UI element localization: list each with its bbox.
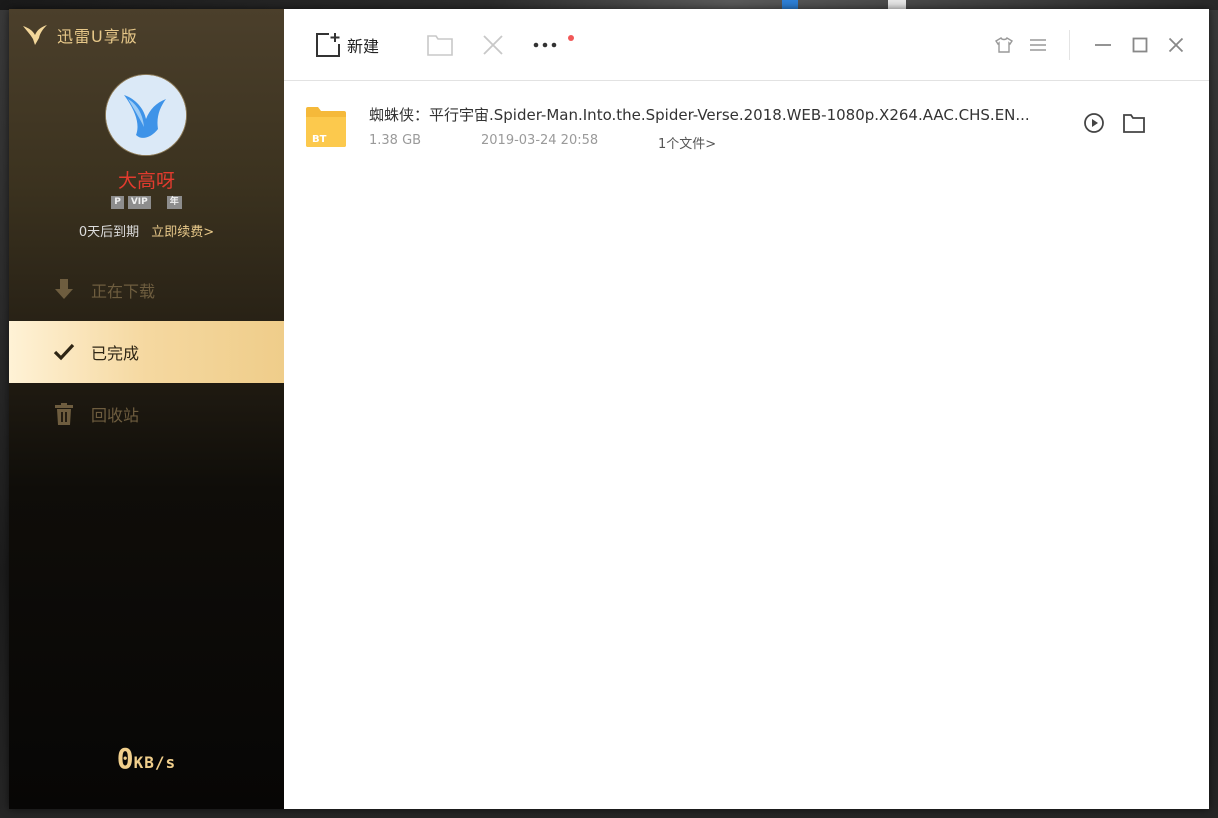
close-icon <box>1168 37 1184 53</box>
membership-badges: P VIP 年 <box>9 196 284 209</box>
folder-icon <box>1123 114 1145 133</box>
sidebar-item-downloading[interactable]: 正在下载 <box>9 259 284 321</box>
username: 大高呀 <box>117 170 175 192</box>
more-button[interactable] <box>532 32 558 58</box>
p-badge: P <box>111 196 124 209</box>
avatar-bird-icon <box>106 75 186 155</box>
sidebar: 迅雷U享版 大高呀 P VIP 年 0天后到期 立即续费> 正在下载 已完成 回… <box>9 9 284 809</box>
open-task-folder-button[interactable] <box>1120 109 1148 137</box>
task-row[interactable]: BT 蜘蛛侠：平行宇宙.Spider-Man.Into.the.Spider-V… <box>284 89 1209 165</box>
thunder-bird-logo-icon <box>23 25 47 45</box>
play-button[interactable] <box>1080 109 1108 137</box>
maximize-icon <box>1132 37 1148 53</box>
new-task-icon <box>316 33 340 57</box>
close-button[interactable] <box>1163 32 1189 58</box>
sidebar-item-completed[interactable]: 已完成 <box>9 321 284 383</box>
sidebar-nav: 正在下载 已完成 回收站 <box>9 259 284 445</box>
download-speed: 0KB/s <box>9 742 284 775</box>
delete-icon <box>483 35 503 55</box>
folder-icon <box>427 35 453 56</box>
toolbar: 新建 <box>284 9 1209 81</box>
play-icon <box>1084 113 1104 133</box>
bt-folder-icon: BT <box>306 107 346 147</box>
sidebar-item-label: 已完成 <box>91 344 140 363</box>
skin-icon <box>995 37 1013 53</box>
delete-button[interactable] <box>480 32 506 58</box>
maximize-button[interactable] <box>1127 32 1153 58</box>
new-task-label: 新建 <box>347 37 380 56</box>
year-badge: 年 <box>166 196 182 209</box>
task-files-link[interactable]: 1个文件> <box>658 133 716 152</box>
toolbar-divider <box>1069 30 1070 60</box>
notification-dot <box>568 35 574 41</box>
bt-type-label: BT <box>312 134 327 145</box>
download-arrow-icon <box>53 279 75 301</box>
brand: 迅雷U享版 <box>21 23 138 47</box>
menu-icon <box>1030 39 1046 51</box>
renew-link[interactable]: 立即续费> <box>151 225 214 240</box>
avatar[interactable] <box>106 75 186 155</box>
new-task-button[interactable]: 新建 <box>315 32 379 58</box>
trash-icon <box>53 403 75 425</box>
skin-button[interactable] <box>991 32 1017 58</box>
sidebar-item-label: 正在下载 <box>91 282 156 301</box>
task-size: 1.38 GB <box>369 133 422 148</box>
task-date: 2019-03-24 20:58 <box>481 133 599 148</box>
speed-value: 0 <box>116 742 134 775</box>
app-window: 迅雷U享版 大高呀 P VIP 年 0天后到期 立即续费> 正在下载 已完成 回… <box>9 9 1209 809</box>
speed-unit: KB/s <box>133 753 177 772</box>
main-panel: 新建 BT 蜘蛛侠：平行宇宙.Spider-Man.Into.the.Spide… <box>284 9 1209 809</box>
minimize-button[interactable] <box>1090 32 1116 58</box>
sidebar-item-label: 回收站 <box>91 406 140 425</box>
vip-badge: VIP <box>127 196 151 209</box>
expire-text: 0天后到期 <box>78 225 140 240</box>
menu-button[interactable] <box>1025 32 1051 58</box>
more-icon <box>533 42 557 48</box>
sidebar-item-recycle-bin[interactable]: 回收站 <box>9 383 284 445</box>
app-title: 迅雷U享版 <box>57 27 138 46</box>
open-folder-button[interactable] <box>427 32 453 58</box>
checkmark-icon <box>53 341 75 363</box>
desktop-icon <box>782 0 798 9</box>
task-name[interactable]: 蜘蛛侠：平行宇宙.Spider-Man.Into.the.Spider-Vers… <box>369 104 1030 125</box>
expire-info: 0天后到期 立即续费> <box>9 221 284 240</box>
minimize-icon <box>1095 44 1111 46</box>
